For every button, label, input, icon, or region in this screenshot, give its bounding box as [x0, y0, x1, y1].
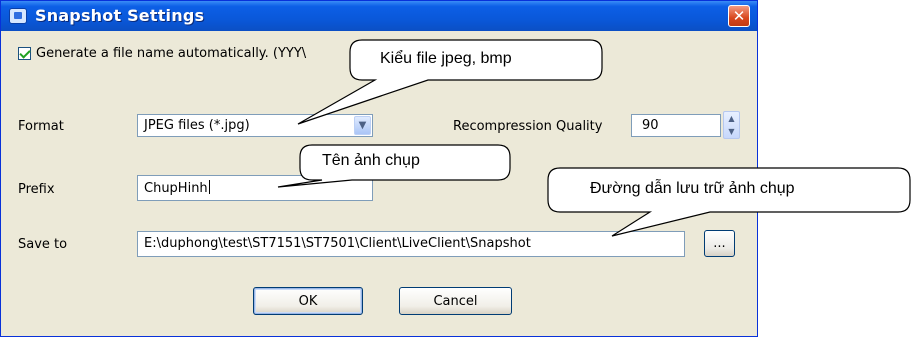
prefix-input[interactable]: ChupHinh — [137, 175, 373, 201]
quality-input[interactable]: 90 — [631, 114, 721, 137]
format-label: Format — [18, 119, 64, 134]
prefix-value: ChupHinh — [144, 180, 210, 196]
browse-button[interactable]: ... — [704, 230, 735, 257]
auto-name-checkbox[interactable] — [18, 47, 31, 60]
save-path-value: E:\duphong\test\ST7151\ST7501\Client\Liv… — [144, 236, 531, 251]
snapshot-camera-icon — [9, 8, 27, 24]
save-to-label: Save to — [18, 237, 68, 252]
snapshot-settings-dialog: Snapshot Settings ✕ Generate a file name… — [0, 0, 758, 337]
cancel-button[interactable]: Cancel — [399, 287, 512, 315]
text-cursor — [208, 180, 210, 194]
spin-down-arrow-icon[interactable]: ▼ — [724, 125, 739, 138]
quality-stepper[interactable]: ▲ ▼ — [723, 111, 740, 139]
quality-label: Recompression Quality — [453, 119, 603, 134]
ok-button[interactable]: OK — [253, 287, 363, 315]
prefix-label: Prefix — [18, 182, 55, 197]
auto-name-label: Generate a file name automatically. (YYY… — [36, 46, 307, 61]
close-icon: ✕ — [732, 6, 746, 25]
format-selected-value: JPEG files (*.jpg) — [144, 118, 250, 133]
spin-up-arrow-icon[interactable]: ▲ — [724, 112, 739, 125]
save-path-input[interactable]: E:\duphong\test\ST7151\ST7501\Client\Liv… — [137, 231, 685, 257]
title-bar[interactable]: Snapshot Settings ✕ — [1, 1, 757, 31]
chevron-down-icon[interactable]: ▼ — [354, 116, 371, 135]
format-select[interactable]: JPEG files (*.jpg) ▼ — [137, 114, 373, 137]
window-title: Snapshot Settings — [35, 6, 205, 25]
close-button[interactable]: ✕ — [728, 5, 750, 27]
quality-value: 90 — [642, 118, 659, 133]
